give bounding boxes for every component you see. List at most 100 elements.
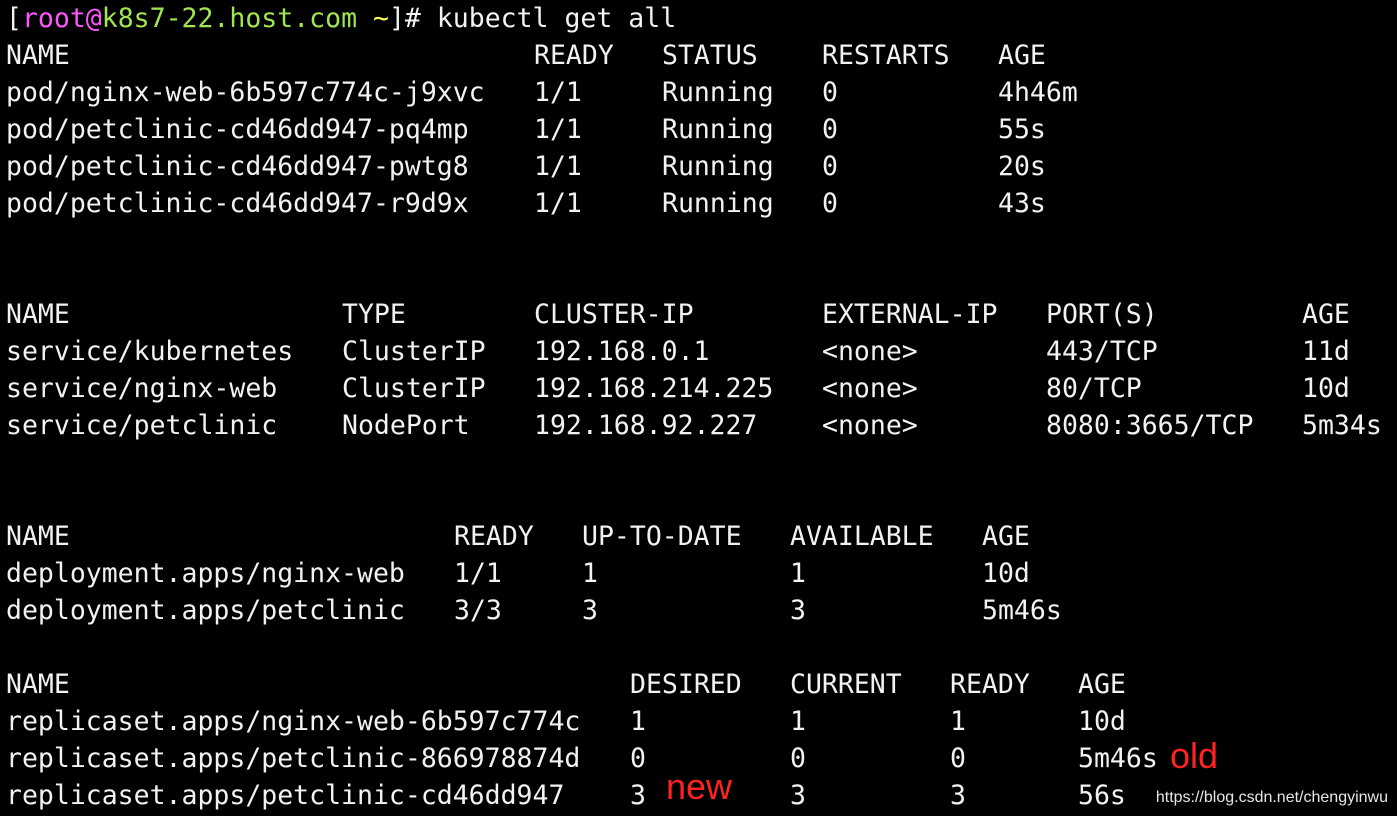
replicaset-name: replicaset.apps/petclinic-866978874d xyxy=(6,743,581,774)
pod-restarts: 0 xyxy=(822,188,838,219)
services-row: service/petclinic NodePort 192.168.92.22… xyxy=(0,407,1397,444)
replicasets-header-current: CURRENT xyxy=(790,669,902,700)
pod-age: 43s xyxy=(998,188,1046,219)
deployments-row: deployment.apps/nginx-web 1/1 1 1 10d xyxy=(0,555,1397,592)
pod-name: pod/petclinic-cd46dd947-pwtg8 xyxy=(6,151,469,182)
pod-age: 55s xyxy=(998,114,1046,145)
replicaset-desired: 0 xyxy=(630,743,646,774)
prompt-bracket-open: [ xyxy=(6,3,22,34)
deployment-name: deployment.apps/petclinic xyxy=(6,595,405,626)
pod-restarts: 0 xyxy=(822,114,838,145)
service-name: service/kubernetes xyxy=(6,336,294,367)
replicaset-name: replicaset.apps/petclinic-cd46dd947 xyxy=(6,780,565,811)
replicaset-ready: 3 xyxy=(950,780,966,811)
replicasets-header-row: NAME DESIRED CURRENT READY AGE xyxy=(0,666,1397,703)
services-header-row: NAME TYPE CLUSTER-IP EXTERNAL-IP PORT(S)… xyxy=(0,296,1397,333)
services-header-name: NAME xyxy=(6,299,70,330)
replicaset-ready: 1 xyxy=(950,706,966,737)
prompt-dir: ~ xyxy=(372,3,389,34)
service-ports: 80/TCP xyxy=(1046,373,1142,404)
services-header-type: TYPE xyxy=(342,299,406,330)
annotation-new: new xyxy=(666,766,733,807)
service-age: 11d xyxy=(1302,336,1350,367)
deployment-up-to-date: 3 xyxy=(582,595,598,626)
services-header-cluster-ip: CLUSTER-IP xyxy=(534,299,694,330)
pod-age: 4h46m xyxy=(998,77,1078,108)
service-cluster-ip: 192.168.92.227 xyxy=(534,410,758,441)
service-cluster-ip: 192.168.0.1 xyxy=(534,336,710,367)
pod-ready: 1/1 xyxy=(534,151,582,182)
replicasets-header-name: NAME xyxy=(6,669,70,700)
service-external-ip: <none> xyxy=(822,336,918,367)
deployment-ready: 1/1 xyxy=(454,558,502,589)
pod-status: Running xyxy=(662,151,774,182)
service-type: NodePort xyxy=(342,410,470,441)
services-header-external-ip: EXTERNAL-IP xyxy=(822,299,998,330)
pods-row: pod/petclinic-cd46dd947-r9d9x 1/1 Runnin… xyxy=(0,185,1397,222)
service-age: 10d xyxy=(1302,373,1350,404)
deployments-header-available: AVAILABLE xyxy=(790,521,934,552)
service-external-ip: <none> xyxy=(822,373,918,404)
replicaset-current: 0 xyxy=(790,743,806,774)
pod-restarts: 0 xyxy=(822,77,838,108)
replicaset-age: 5m46s xyxy=(1078,743,1158,774)
pods-header-row: NAME READY STATUS RESTARTS AGE xyxy=(0,37,1397,74)
replicaset-current: 1 xyxy=(790,706,806,737)
pods-header-status: STATUS xyxy=(662,40,758,71)
replicaset-desired: 3 xyxy=(630,780,646,811)
pod-name: pod/nginx-web-6b597c774c-j9xvc xyxy=(6,77,485,108)
prompt-symbol: ]# xyxy=(388,3,421,34)
replicasets-header-ready: READY xyxy=(950,669,1030,700)
pod-restarts: 0 xyxy=(822,151,838,182)
pods-row: pod/nginx-web-6b597c774c-j9xvc 1/1 Runni… xyxy=(0,74,1397,111)
pod-name: pod/petclinic-cd46dd947-pq4mp xyxy=(6,114,469,145)
replicaset-current: 3 xyxy=(790,780,806,811)
deployments-header-ready: READY xyxy=(454,521,534,552)
service-name: service/petclinic xyxy=(6,410,278,441)
deployments-row: deployment.apps/petclinic 3/3 3 3 5m46s xyxy=(0,592,1397,629)
service-ports: 443/TCP xyxy=(1046,336,1158,367)
deployments-header-up-to-date: UP-TO-DATE xyxy=(582,521,742,552)
pod-ready: 1/1 xyxy=(534,188,582,219)
pods-header-restarts: RESTARTS xyxy=(822,40,950,71)
pod-ready: 1/1 xyxy=(534,77,582,108)
service-name: service/nginx-web xyxy=(6,373,278,404)
watermark-url: https://blog.csdn.net/chengyinwu xyxy=(1155,789,1388,806)
deployment-available: 1 xyxy=(790,558,806,589)
services-row: service/nginx-web ClusterIP 192.168.214.… xyxy=(0,370,1397,407)
command-prompt-line: [root@k8s7-22.host.com ~]# kubectl get all xyxy=(0,0,1397,37)
terminal-window[interactable]: [root@k8s7-22.host.com ~]# kubectl get all… xyxy=(0,0,1397,816)
pods-row: pod/petclinic-cd46dd947-pq4mp 1/1 Runnin… xyxy=(0,111,1397,148)
replicaset-ready: 0 xyxy=(950,743,966,774)
pod-age: 20s xyxy=(998,151,1046,182)
service-cluster-ip: 192.168.214.225 xyxy=(534,373,774,404)
service-external-ip: <none> xyxy=(822,410,918,441)
deployment-ready: 3/3 xyxy=(454,595,502,626)
deployment-available: 3 xyxy=(790,595,806,626)
pod-name: pod/petclinic-cd46dd947-r9d9x xyxy=(6,188,469,219)
deployments-header-name: NAME xyxy=(6,521,70,552)
prompt-host: k8s7-22.host.com xyxy=(101,3,358,34)
replicasets-header-desired: DESIRED xyxy=(630,669,742,700)
command-text: kubectl get all xyxy=(436,3,677,34)
pods-header-ready: READY xyxy=(534,40,614,71)
pod-status: Running xyxy=(662,114,774,145)
replicaset-name: replicaset.apps/nginx-web-6b597c774c xyxy=(6,706,581,737)
pod-status: Running xyxy=(662,188,774,219)
pods-header-age: AGE xyxy=(998,40,1046,71)
deployments-header-row: NAME READY UP-TO-DATE AVAILABLE AGE xyxy=(0,518,1397,555)
pod-ready: 1/1 xyxy=(534,114,582,145)
pods-header-name: NAME xyxy=(6,40,70,71)
prompt-user: root@ xyxy=(21,3,102,34)
services-header-ports: PORT(S) xyxy=(1046,299,1158,330)
deployment-age: 10d xyxy=(982,558,1030,589)
prompt: [root@k8s7-22.host.com ~]# kubectl get all xyxy=(6,0,676,37)
replicaset-age: 10d xyxy=(1078,706,1126,737)
replicasets-header-age: AGE xyxy=(1078,669,1126,700)
services-header-age: AGE xyxy=(1302,299,1350,330)
service-ports: 8080:3665/TCP xyxy=(1046,410,1254,441)
service-type: ClusterIP xyxy=(342,373,486,404)
deployments-header-age: AGE xyxy=(982,521,1030,552)
service-age: 5m34s xyxy=(1302,410,1382,441)
deployment-name: deployment.apps/nginx-web xyxy=(6,558,405,589)
